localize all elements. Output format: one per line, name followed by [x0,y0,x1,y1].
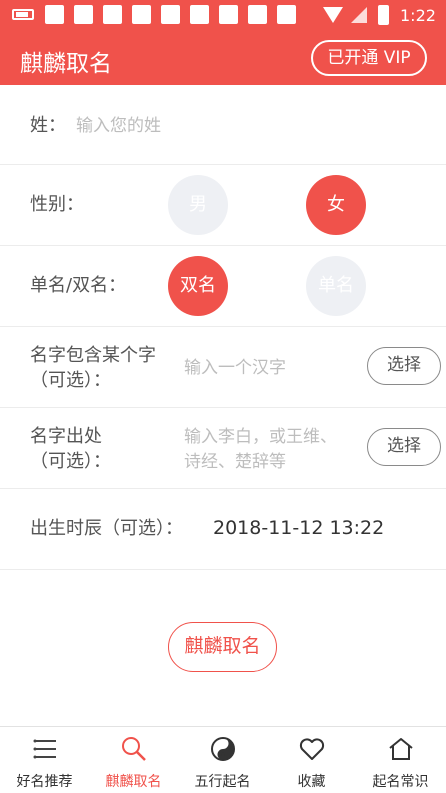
gender-female-option[interactable]: 女 [306,175,366,235]
notification-icon [219,5,238,24]
tab-label: 五行起名 [194,774,251,790]
tab-label: 收藏 [297,774,326,790]
battery-icon [378,5,389,25]
notification-icon [45,5,64,24]
tab-favorites[interactable]: 收藏 [267,727,356,793]
notification-icon [74,5,93,24]
birth-time-row[interactable]: 出生时辰（可选）： 2018-11-12 13:22 [0,489,446,570]
battery-saver-icon [12,9,34,20]
source-select-button[interactable]: 选择 [367,428,441,466]
gender-label: 性别： [30,194,84,215]
notification-icon [190,5,209,24]
status-bar: 1:22 [0,0,446,33]
source-input-line2[interactable]: 诗经、楚辞等 [184,450,286,474]
contains-char-select-button[interactable]: 选择 [367,347,441,385]
list-icon [33,739,56,759]
tab-five-elements[interactable]: 五行起名 [178,727,267,793]
single-name-option[interactable]: 单名 [306,256,366,316]
tab-naming-knowledge[interactable]: 起名常识 [356,727,445,793]
tab-qilin-naming[interactable]: 麒麟取名 [89,727,178,793]
notification-icon [161,5,180,24]
app-title: 麒麟取名 [20,51,112,77]
tab-recommended[interactable]: 好名推荐 [0,727,89,793]
surname-label: 姓： [30,115,66,136]
notification-icon [248,5,267,24]
generate-name-button[interactable]: 麒麟取名 [168,622,277,672]
name-type-label: 单名/双名： [30,275,127,296]
home-icon [389,738,413,760]
yin-yang-icon [211,737,235,761]
search-icon [122,737,146,761]
birth-time-label: 出生时辰（可选）： [30,518,183,539]
surname-row: 姓： 输入您的姓 [0,85,446,165]
source-optional-label: （可选）： [30,451,111,472]
source-label: 名字出处 [30,426,102,447]
name-type-row: 单名/双名： 双名 单名 [0,246,446,327]
heart-icon [299,738,325,760]
surname-input[interactable]: 输入您的姓 [76,114,416,138]
cell-signal-icon [351,7,367,23]
source-input-line1[interactable]: 输入李白，或王维、 [184,425,337,449]
source-row: 名字出处 （可选）： 输入李白，或王维、 诗经、楚辞等 选择 [0,408,446,489]
gender-row: 性别： 男 女 [0,165,446,246]
tab-label: 好名推荐 [16,774,73,790]
contains-char-label: 名字包含某个字 [30,345,156,366]
contains-char-row: 名字包含某个字 （可选）： 输入一个汉字 选择 [0,327,446,408]
vip-button[interactable]: 已开通 VIP [311,40,427,76]
wifi-icon [323,7,343,23]
bottom-tab-bar: 好名推荐 麒麟取名 五行起名 收藏 起名常识 [0,726,446,793]
birth-time-value[interactable]: 2018-11-12 13:22 [213,516,384,540]
gender-male-option[interactable]: 男 [168,175,228,235]
contains-char-input[interactable]: 输入一个汉字 [184,356,286,380]
notification-icon [277,5,296,24]
tab-label: 起名常识 [372,774,429,790]
double-name-option[interactable]: 双名 [168,256,228,316]
notification-icon [103,5,122,24]
contains-char-optional-label: （可选）： [30,370,111,391]
notification-icon [132,5,151,24]
tab-label: 麒麟取名 [105,774,162,790]
status-time: 1:22 [400,6,436,25]
app-bar: 麒麟取名 已开通 VIP [0,33,446,85]
